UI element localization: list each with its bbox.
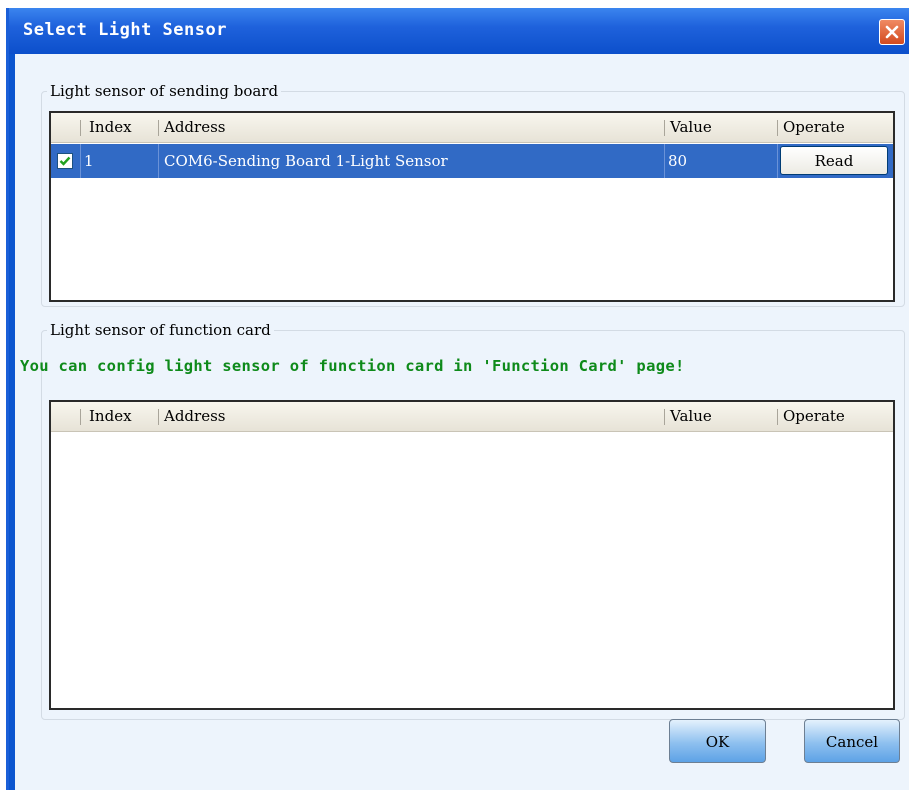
row-checkbox[interactable] bbox=[57, 153, 73, 169]
column-separator bbox=[777, 409, 778, 425]
column-separator bbox=[777, 120, 778, 136]
column-header-address[interactable]: Address bbox=[164, 113, 225, 142]
function-card-table[interactable]: Index Address Value Operate bbox=[49, 400, 895, 710]
column-separator bbox=[80, 120, 81, 136]
cell-separator bbox=[777, 144, 778, 178]
window-title: Select Light Sensor bbox=[23, 20, 227, 40]
row-address: COM6-Sending Board 1-Light Sensor bbox=[164, 152, 448, 170]
cell-separator bbox=[158, 144, 159, 178]
column-separator bbox=[80, 409, 81, 425]
dialog-body: Light sensor of sending board Index Addr… bbox=[15, 54, 909, 790]
table-row[interactable]: 1 COM6-Sending Board 1-Light Sensor 80 R… bbox=[51, 144, 893, 178]
column-header-value[interactable]: Value bbox=[670, 402, 712, 431]
column-header-operate[interactable]: Operate bbox=[783, 113, 845, 142]
column-separator bbox=[158, 409, 159, 425]
column-separator bbox=[664, 409, 665, 425]
ok-button[interactable]: OK bbox=[669, 719, 766, 763]
read-button[interactable]: Read bbox=[780, 146, 888, 175]
table-header: Index Address Value Operate bbox=[51, 402, 893, 432]
sending-board-table[interactable]: Index Address Value Operate 1 COM6-Sendi… bbox=[49, 111, 895, 302]
cell-separator bbox=[664, 144, 665, 178]
checkmark-icon bbox=[59, 156, 71, 166]
column-header-index[interactable]: Index bbox=[89, 402, 132, 431]
row-value: 80 bbox=[668, 152, 688, 170]
function-card-notice: You can config light sensor of function … bbox=[20, 357, 685, 375]
row-index: 1 bbox=[84, 152, 94, 170]
title-bar[interactable]: Select Light Sensor bbox=[9, 8, 909, 54]
column-header-operate[interactable]: Operate bbox=[783, 402, 845, 431]
close-button[interactable] bbox=[879, 19, 905, 45]
cancel-button[interactable]: Cancel bbox=[804, 719, 900, 763]
column-header-index[interactable]: Index bbox=[89, 113, 132, 142]
sending-board-group-label: Light sensor of sending board bbox=[47, 82, 282, 100]
column-header-value[interactable]: Value bbox=[670, 113, 712, 142]
column-separator bbox=[664, 120, 665, 136]
cell-separator bbox=[80, 144, 81, 178]
dialog-window: Select Light Sensor Light sensor of send… bbox=[6, 8, 909, 790]
function-card-group-label: Light sensor of function card bbox=[47, 321, 274, 339]
column-header-address[interactable]: Address bbox=[164, 402, 225, 431]
table-header: Index Address Value Operate bbox=[51, 113, 893, 143]
column-separator bbox=[158, 120, 159, 136]
close-icon bbox=[885, 25, 899, 39]
